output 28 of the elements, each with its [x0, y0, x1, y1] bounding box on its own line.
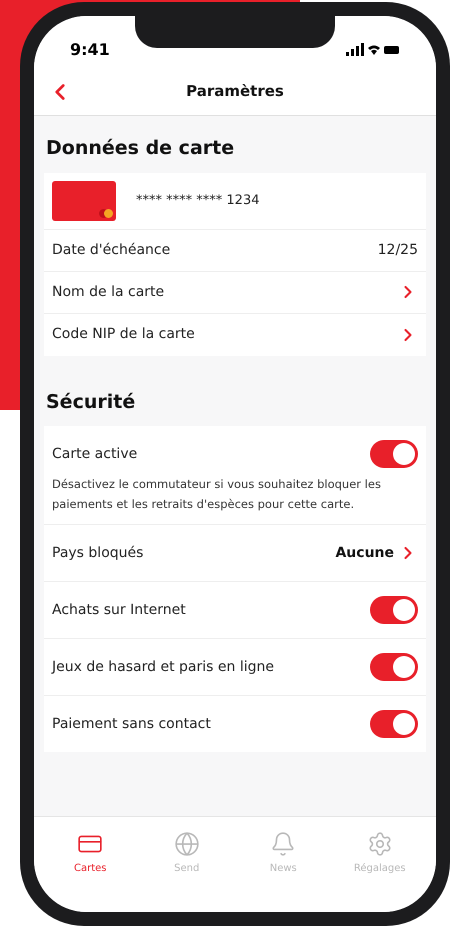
row-value: Aucune: [335, 544, 394, 562]
status-icons: [346, 43, 400, 57]
row-label: Carte active: [52, 444, 138, 464]
toggle-switch[interactable]: [370, 440, 418, 468]
settings-row[interactable]: Code NIP de la carte: [44, 314, 426, 356]
row-label: Nom de la carte: [52, 282, 164, 302]
settings-icon: [366, 831, 393, 857]
row-label: Jeux de hasard et paris en ligne: [52, 658, 274, 676]
card-number: **** **** **** 1234: [136, 192, 260, 210]
bell-icon: [270, 831, 296, 857]
globe-icon: [174, 831, 200, 857]
section-title: Sécurité: [45, 390, 136, 414]
status-time: 9:41: [70, 39, 110, 61]
page-title: Paramètres: [186, 81, 284, 102]
toggle-switch[interactable]: [370, 596, 418, 624]
section-title: Données de carte: [45, 136, 236, 161]
row-label: Achats sur Internet: [52, 600, 186, 620]
row-note: Désactivez le commutateur si vous souhaitez bloquer les paiements et les retraits d'espèces pour cette carte.: [52, 476, 382, 513]
row-value: 12/25: [378, 240, 418, 260]
tab-item[interactable]: Cartes: [50, 831, 130, 876]
card-thumbnail: [52, 180, 116, 220]
row-label: Date d'échéance: [52, 240, 170, 260]
row-label: Pays bloqués: [52, 544, 144, 562]
row-label: Code NIP de la carte: [52, 325, 195, 344]
toggle-switch[interactable]: [370, 710, 418, 738]
settings-row[interactable]: Nom de la carte: [44, 272, 426, 314]
toggle-switch[interactable]: [370, 653, 418, 681]
row-label: Paiement sans contact: [52, 714, 211, 734]
